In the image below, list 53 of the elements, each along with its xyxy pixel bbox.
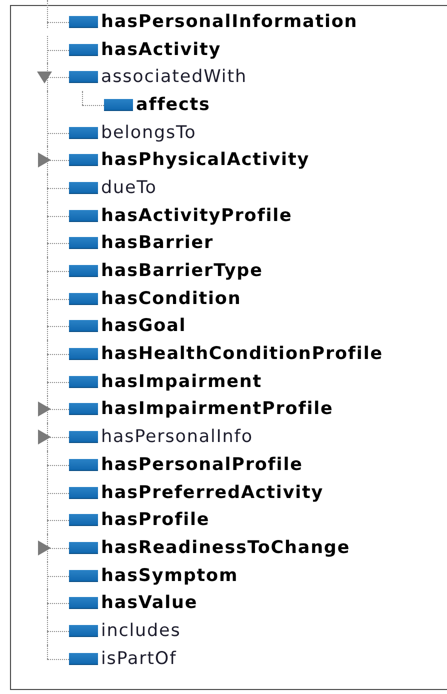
property-label[interactable]: hasReadinessToChange — [101, 538, 350, 558]
property-icon — [69, 403, 98, 416]
property-label[interactable]: hasPhysicalActivity — [101, 150, 310, 170]
property-icon — [69, 514, 98, 526]
property-icon — [69, 542, 98, 554]
property-label[interactable]: hasCondition — [101, 288, 242, 309]
property-icon — [69, 126, 98, 139]
expand-triangle-icon[interactable] — [37, 540, 52, 556]
property-label[interactable]: hasPreferredActivity — [101, 482, 324, 503]
property-label[interactable]: hasSymptom — [101, 566, 238, 586]
property-icon — [69, 570, 98, 582]
collapse-triangle-icon[interactable] — [37, 70, 52, 85]
property-label[interactable]: hasBarrier — [101, 233, 214, 254]
expand-triangle-icon[interactable] — [37, 402, 52, 417]
property-icon — [69, 348, 98, 360]
property-icon — [69, 376, 98, 388]
property-icon — [69, 292, 98, 305]
property-icon — [104, 98, 133, 111]
property-label[interactable]: hasHealthConditionProfile — [101, 344, 383, 364]
property-label[interactable]: belongsTo — [101, 122, 196, 143]
property-label[interactable]: hasImpairmentProfile — [101, 399, 334, 420]
property-icon — [69, 210, 98, 222]
property-label[interactable]: hasActivityProfile — [101, 206, 292, 226]
property-icon — [69, 486, 98, 499]
property-label[interactable]: affects — [136, 94, 210, 115]
property-label[interactable]: hasBarrierType — [101, 261, 263, 282]
property-label[interactable]: hasPersonalProfile — [101, 454, 303, 475]
property-label[interactable]: hasImpairment — [101, 372, 262, 392]
property-label[interactable]: isPartOf — [101, 648, 177, 669]
property-label[interactable]: hasGoal — [101, 316, 186, 336]
property-icon — [69, 16, 98, 28]
property-icon — [69, 182, 98, 194]
property-icon — [69, 44, 98, 56]
property-icon — [69, 458, 98, 471]
property-label[interactable]: hasValue — [101, 593, 198, 614]
property-icon — [69, 431, 98, 444]
property-label[interactable]: hasPersonalInfo — [101, 427, 253, 448]
property-icon — [69, 265, 98, 278]
property-icon — [69, 154, 98, 166]
property-icon — [69, 320, 98, 332]
property-label[interactable]: includes — [101, 620, 181, 641]
property-label[interactable]: hasActivity — [101, 40, 222, 60]
property-label[interactable]: dueTo — [101, 178, 157, 198]
property-icon — [69, 237, 98, 250]
property-icon — [69, 624, 98, 637]
property-icon — [69, 652, 98, 665]
property-label[interactable]: associatedWith — [101, 67, 247, 88]
expand-triangle-icon[interactable] — [37, 430, 52, 445]
property-label[interactable]: hasProfile — [101, 510, 210, 530]
property-label[interactable]: hasPersonalInformation — [101, 12, 358, 32]
property-icon — [69, 71, 98, 84]
property-icon — [69, 597, 98, 610]
expand-triangle-icon[interactable] — [37, 152, 52, 168]
